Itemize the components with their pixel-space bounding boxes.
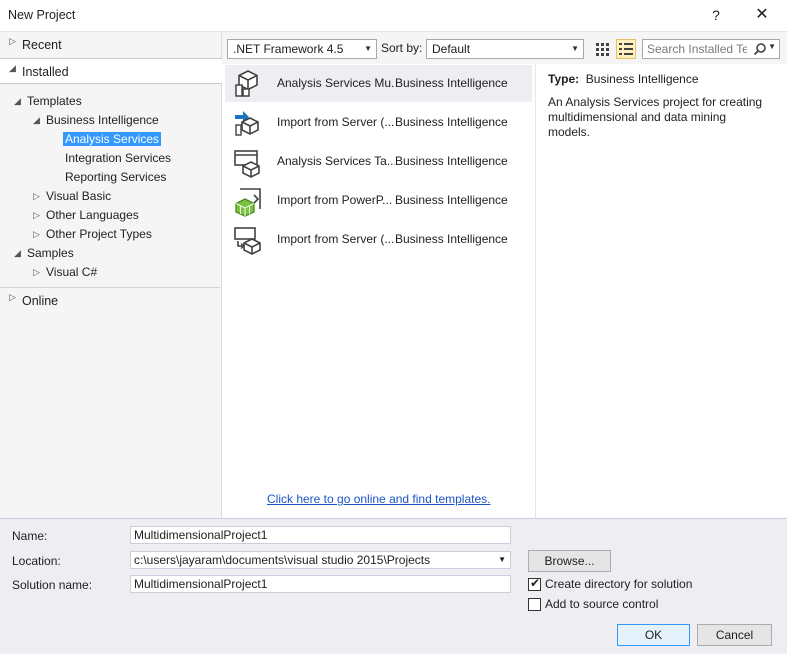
template-item[interactable]: Import from Server (... Business Intelli… (225, 104, 532, 141)
template-tree-pane: ▷ Recent ◢ Installed ◢ Templates ◢ Busin… (0, 32, 222, 518)
grid-view-icon (596, 43, 609, 56)
cancel-button[interactable]: Cancel (697, 624, 772, 646)
chevron-down-icon: ▼ (768, 42, 776, 51)
online-templates-link[interactable]: Click here to go online and find templat… (267, 492, 490, 506)
tree-item-recent[interactable]: ▷ Recent (0, 32, 222, 58)
tree-item-reporting-services[interactable]: Reporting Services (65, 168, 166, 187)
chevron-down-icon: ▼ (364, 44, 372, 53)
tree-item-visual-basic[interactable]: ▷ Visual Basic (0, 187, 222, 206)
add-source-control-checkbox[interactable] (528, 598, 541, 611)
solution-name-input[interactable]: MultidimensionalProject1 (130, 575, 511, 593)
tree-item-visual-csharp[interactable]: ▷ Visual C# (0, 263, 222, 282)
chevron-down-icon: ▼ (571, 44, 579, 53)
expanded-icon: ◢ (33, 115, 40, 125)
ok-button[interactable]: OK (617, 624, 690, 646)
create-directory-label: Create directory for solution (545, 577, 693, 591)
template-toolbar: .NET Framework 4.5 ▼ Sort by: Default ▼ … (222, 32, 787, 64)
tree-item-other-languages[interactable]: ▷ Other Languages (0, 206, 222, 225)
details-type-value: Business Intelligence (585, 72, 699, 86)
title-bar: New Project ? ✕ (0, 0, 787, 32)
expand-right-icon: ▷ (33, 267, 40, 277)
chevron-down-icon: ▼ (498, 555, 506, 564)
expand-right-icon: ▷ (33, 191, 40, 201)
expand-right-icon: ▷ (33, 229, 40, 239)
template-details-pane: Type: Business Intelligence An Analysis … (535, 64, 787, 518)
tree-item-samples[interactable]: ◢ Samples (0, 244, 222, 263)
search-icon (753, 43, 766, 56)
details-type: Type: Business Intelligence (548, 72, 699, 86)
search-installed-templates[interactable]: Search Installed Ter ▼ (642, 39, 780, 59)
import-from-server-tabular-icon (234, 227, 261, 255)
name-label: Name: (12, 529, 48, 543)
import-from-server-icon (235, 111, 259, 136)
framework-select[interactable]: .NET Framework 4.5 ▼ (227, 39, 377, 59)
template-item[interactable]: Import from PowerP... Business Intellige… (225, 182, 532, 219)
template-list: Analysis Services Mu... Business Intelli… (222, 64, 534, 518)
tree-item-online[interactable]: ▷ Online (0, 288, 222, 314)
import-from-powerpivot-icon (235, 188, 261, 217)
add-source-control-label: Add to source control (545, 597, 659, 611)
location-label: Location: (12, 554, 61, 568)
tree-item-integration-services[interactable]: Integration Services (65, 149, 171, 168)
expanded-icon: ◢ (14, 248, 21, 258)
details-description: An Analysis Services project for creatin… (548, 95, 763, 139)
tree-item-installed[interactable]: ◢ Installed (0, 58, 222, 84)
help-button[interactable]: ? (702, 4, 730, 26)
checkmark-icon: ✔ (530, 576, 541, 590)
expanded-icon: ◢ (9, 63, 16, 73)
details-type-label: Type: (548, 72, 580, 86)
template-item[interactable]: Analysis Services Mu... Business Intelli… (225, 65, 532, 102)
list-view-icon (619, 43, 633, 55)
expand-right-icon: ▷ (33, 210, 40, 220)
list-view-button[interactable] (616, 39, 636, 59)
template-item[interactable]: Import from Server (... Business Intelli… (225, 221, 532, 258)
tree-item-business-intelligence[interactable]: ◢ Business Intelligence (0, 111, 222, 130)
small-icons-view-button[interactable] (592, 39, 612, 59)
sort-select[interactable]: Default ▼ (426, 39, 584, 59)
expand-right-icon: ▷ (9, 36, 16, 46)
template-item[interactable]: Analysis Services Ta... Business Intelli… (225, 143, 532, 180)
solution-name-label: Solution name: (12, 578, 93, 592)
project-form: Name: MultidimensionalProject1 Location:… (0, 518, 787, 654)
sort-by-label: Sort by: (381, 41, 423, 55)
expand-right-icon: ▷ (9, 292, 16, 302)
create-directory-checkbox[interactable]: ✔ (528, 576, 541, 591)
expanded-icon: ◢ (14, 96, 21, 106)
search-input[interactable]: Search Installed Ter (647, 42, 747, 56)
close-button[interactable]: ✕ (748, 4, 776, 26)
browse-button[interactable]: Browse... (528, 550, 611, 572)
analysis-services-multidimensional-icon (235, 70, 258, 97)
tree-item-templates[interactable]: ◢ Templates (0, 92, 222, 111)
tree-item-analysis-services[interactable]: Analysis Services (63, 130, 162, 149)
tree-item-other-project-types[interactable]: ▷ Other Project Types (0, 225, 222, 244)
name-input[interactable]: MultidimensionalProject1 (130, 526, 511, 544)
window-title: New Project (8, 8, 76, 22)
location-select[interactable]: c:\users\jayaram\documents\visual studio… (130, 551, 511, 569)
analysis-services-tabular-icon (234, 150, 260, 178)
